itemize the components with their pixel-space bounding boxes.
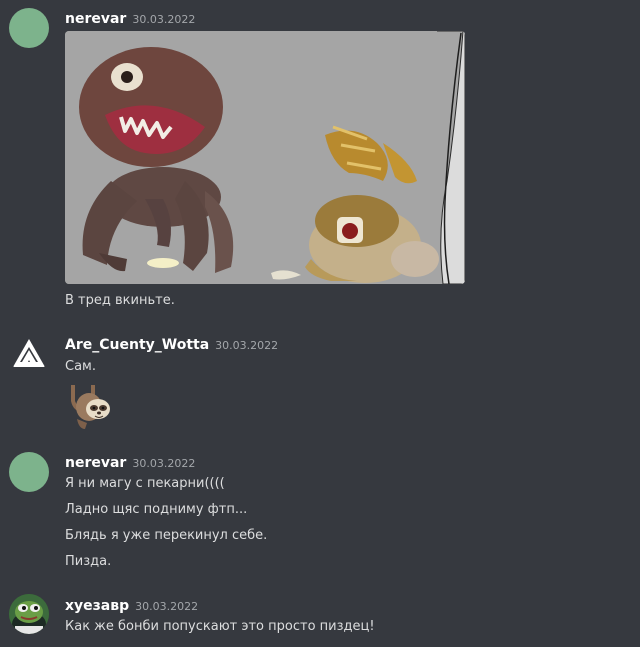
user-avatar[interactable] (9, 8, 49, 48)
user-avatar[interactable] (9, 334, 49, 374)
image-attachment[interactable] (65, 31, 465, 284)
message-text: Пизда. (65, 554, 112, 569)
meme-image (65, 31, 465, 284)
message-text: Я ни магу с пекарни(((( (65, 476, 225, 491)
message-group-are-cuenty-wotta: Are_Cuenty_Wotta 30.03.2022 Сам. (0, 320, 640, 440)
user-avatar[interactable] (9, 594, 49, 634)
timestamp: 30.03.2022 (215, 339, 279, 352)
message-group-nerevar-1: nerevar 30.03.2022 В тред вкиньте. (0, 0, 640, 320)
frog-avatar-icon (9, 594, 49, 634)
message-text: В тред вкиньте. (65, 293, 175, 308)
sloth-sticker[interactable] (65, 383, 113, 431)
username[interactable]: nerevar (65, 455, 126, 471)
message-header: nerevar 30.03.2022 (65, 453, 195, 473)
timestamp: 30.03.2022 (132, 13, 196, 26)
sloth-icon (71, 385, 110, 429)
message-text: Сам. (65, 359, 96, 374)
message-group-nerevar-2: nerevar 30.03.2022 Я ни магу с пекарни(((… (0, 440, 640, 585)
message-text: Как же бонби попускают это просто пиздец… (65, 619, 375, 634)
message-group-khuezavr: хуезавр 30.03.2022 Как же бонби попускают… (0, 585, 640, 647)
timestamp: 30.03.2022 (132, 457, 196, 470)
user-avatar[interactable] (9, 452, 49, 492)
triangle-logo-icon (13, 339, 45, 367)
timestamp: 30.03.2022 (135, 600, 199, 613)
username[interactable]: Are_Cuenty_Wotta (65, 337, 209, 353)
message-header: nerevar 30.03.2022 (65, 9, 195, 29)
message-header: хуезавр 30.03.2022 (65, 596, 198, 616)
username[interactable]: хуезавр (65, 598, 129, 614)
message-text: Блядь я уже перекинул себе. (65, 528, 268, 543)
message-header: Are_Cuenty_Wotta 30.03.2022 (65, 335, 278, 355)
message-text: Ладно щяс подниму фтп... (65, 502, 248, 517)
username[interactable]: nerevar (65, 11, 126, 27)
